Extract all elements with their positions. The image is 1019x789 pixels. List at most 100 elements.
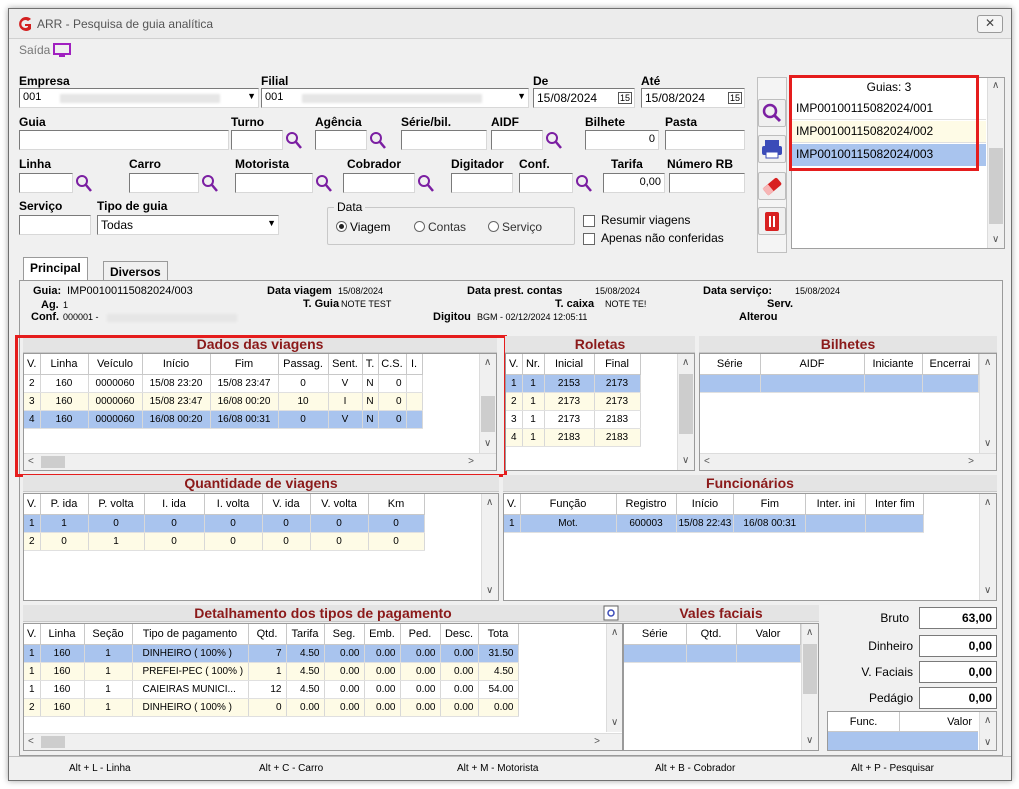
servico-input[interactable]: [19, 215, 91, 235]
roletas-vscroll[interactable]: ∧ ∨: [677, 354, 694, 470]
quantidade-col-header[interactable]: Km: [368, 494, 425, 515]
tarifa-input[interactable]: 0,00: [603, 173, 665, 193]
tab-principal[interactable]: Principal: [23, 257, 88, 281]
quantidade-col-header[interactable]: I. volta: [204, 494, 263, 515]
conf-input[interactable]: [519, 173, 573, 193]
funcionarios-grid[interactable]: V. Função Registro Início Fim Inter. ini Inter…: [503, 493, 997, 601]
numero-rb-input[interactable]: [669, 173, 745, 193]
vales-col-header[interactable]: Série: [624, 624, 687, 645]
quantidade-col-header[interactable]: V. volta: [310, 494, 369, 515]
pagamento-vscroll[interactable]: ∧ ∨: [606, 624, 622, 732]
pagamento-hscroll[interactable]: < >: [24, 733, 622, 750]
search-icon[interactable]: [285, 131, 303, 151]
roletas-grid[interactable]: V. Nr. Inicial Final 1 1 2153 2173 2 1 2173 2173 3 1…: [505, 353, 695, 471]
tipo-guia-select[interactable]: Todas ▼: [97, 215, 279, 235]
ate-date-field[interactable]: 15/08/2024 15: [641, 88, 745, 108]
motorista-input[interactable]: [235, 173, 313, 193]
bilhetes-col-header[interactable]: Iniciante: [864, 354, 923, 375]
resumir-checkbox[interactable]: [583, 215, 595, 227]
bilhetes-col-header[interactable]: Série: [700, 354, 761, 375]
agencia-input[interactable]: [315, 130, 367, 150]
funcionarios-col-header[interactable]: Início: [676, 494, 735, 515]
pagamento-row[interactable]: 2 160 1 DINHEIRO ( 100% ) 0 0.00 0.00 0.00 0.00 0…: [24, 698, 519, 717]
bilhetes-col-header[interactable]: AIDF: [760, 354, 865, 375]
radio-servico[interactable]: Serviço: [488, 220, 542, 234]
empresa-select[interactable]: 001 ▼: [19, 88, 259, 108]
radio-contas[interactable]: Contas: [414, 220, 466, 234]
bilhetes-hscroll[interactable]: < >: [700, 453, 996, 470]
search-icon[interactable]: [545, 131, 563, 151]
quantidade-row[interactable]: 11000000: [24, 514, 425, 533]
digitador-input[interactable]: [451, 173, 513, 193]
bilhete-input[interactable]: 0: [585, 130, 659, 150]
close-button[interactable]: ✕: [977, 15, 1003, 33]
search-icon[interactable]: [369, 131, 387, 151]
pagamento-col-header[interactable]: Desc.: [440, 624, 479, 645]
calendar-icon[interactable]: 15: [617, 92, 632, 104]
pagamento-col-header[interactable]: Tipo de pagamento: [132, 624, 249, 645]
vales-col-header[interactable]: Valor: [736, 624, 801, 645]
funcionarios-vscroll[interactable]: ∧ ∨: [979, 494, 996, 600]
turno-input[interactable]: [231, 130, 283, 150]
search-icon[interactable]: [201, 174, 219, 194]
vales-col-header[interactable]: Qtd.: [686, 624, 737, 645]
search-icon[interactable]: [75, 174, 93, 194]
search-icon[interactable]: [417, 174, 435, 194]
vales-vscroll[interactable]: ∧ ∨: [801, 624, 818, 750]
monitor-icon[interactable]: [53, 43, 71, 58]
quantidade-col-header[interactable]: V.: [24, 494, 41, 515]
bilhetes-grid[interactable]: Série AIDF Iniciante Encerrai ∧ ∨ < >: [699, 353, 997, 471]
delete-button[interactable]: [758, 207, 786, 235]
search-button[interactable]: [758, 99, 786, 127]
roletas-row[interactable]: 3 1 2173 2183: [506, 410, 641, 429]
roletas-row[interactable]: 2 1 2173 2173: [506, 392, 641, 411]
pagamento-col-header[interactable]: Emb.: [364, 624, 401, 645]
bilhetes-col-header[interactable]: Encerrai: [922, 354, 979, 375]
funcionarios-col-header[interactable]: Inter. ini: [805, 494, 867, 515]
pasta-input[interactable]: [665, 130, 745, 150]
guias-scrollbar[interactable]: ∧ ∨: [987, 78, 1004, 248]
funcionarios-col-header[interactable]: Registro: [616, 494, 677, 515]
funcionarios-col-header[interactable]: V.: [504, 494, 521, 515]
vales-grid[interactable]: Série Qtd. Valor ∧ ∨: [623, 623, 819, 751]
roletas-row[interactable]: 4 1 2183 2183: [506, 428, 641, 447]
funcionarios-col-header[interactable]: Inter fim: [865, 494, 925, 515]
pagamento-col-header[interactable]: Tota: [478, 624, 519, 645]
filial-select[interactable]: 001 ▼: [261, 88, 529, 108]
roletas-col-header[interactable]: V.: [506, 354, 523, 375]
bilhetes-vscroll[interactable]: ∧ ∨: [979, 354, 996, 453]
pagamento-row[interactable]: 1 160 1 PREFEI-PEC ( 100% ) 1 4.50 0.00 0.00 0.0…: [24, 662, 519, 681]
quantidade-col-header[interactable]: I. ida: [144, 494, 205, 515]
roletas-col-header[interactable]: Final: [594, 354, 641, 375]
funcionarios-col-header[interactable]: Fim: [733, 494, 807, 515]
pagamento-row[interactable]: 1 160 1 DINHEIRO ( 100% ) 7 4.50 0.00 0.00 0.00 0…: [24, 644, 519, 663]
radio-viagem[interactable]: Viagem: [336, 220, 390, 234]
pagamento-col-header[interactable]: Seção: [84, 624, 133, 645]
calendar-icon[interactable]: 15: [727, 92, 742, 104]
pagamento-col-header[interactable]: Tarifa: [286, 624, 325, 645]
pagamento-col-header[interactable]: Ped.: [400, 624, 441, 645]
guia-input[interactable]: [19, 130, 229, 150]
print-button[interactable]: [758, 135, 786, 163]
preview-icon[interactable]: [603, 605, 619, 621]
func-valor-grid[interactable]: Func. Valor ∧ ∨: [827, 711, 997, 751]
quantidade-vscroll[interactable]: ∧ ∨: [481, 494, 498, 600]
apenas-checkbox[interactable]: [583, 233, 595, 245]
func-valor-vscroll[interactable]: ∧ ∨: [979, 712, 996, 750]
clear-button[interactable]: [758, 172, 786, 200]
roletas-col-header[interactable]: Nr.: [522, 354, 545, 375]
quantidade-grid[interactable]: V. P. ida P. volta I. ida I. volta V. ida V. v…: [23, 493, 499, 601]
linha-input[interactable]: [19, 173, 73, 193]
quantidade-col-header[interactable]: P. volta: [88, 494, 145, 515]
de-date-field[interactable]: 15/08/2024 15: [533, 88, 635, 108]
pagamento-row[interactable]: 1 160 1 CAIEIRAS MUNICI... 12 4.50 0.00 0.00 0.0…: [24, 680, 519, 699]
pagamento-col-header[interactable]: Qtd.: [248, 624, 287, 645]
search-icon[interactable]: [575, 174, 593, 194]
carro-input[interactable]: [129, 173, 199, 193]
serie-input[interactable]: [401, 130, 487, 150]
tab-diversos[interactable]: Diversos: [103, 261, 168, 281]
cobrador-input[interactable]: [343, 173, 415, 193]
quantidade-col-header[interactable]: V. ida: [262, 494, 311, 515]
pagamento-grid[interactable]: V. Linha Seção Tipo de pagamento Qtd. Tarifa S…: [23, 623, 623, 751]
quantidade-col-header[interactable]: P. ida: [40, 494, 89, 515]
